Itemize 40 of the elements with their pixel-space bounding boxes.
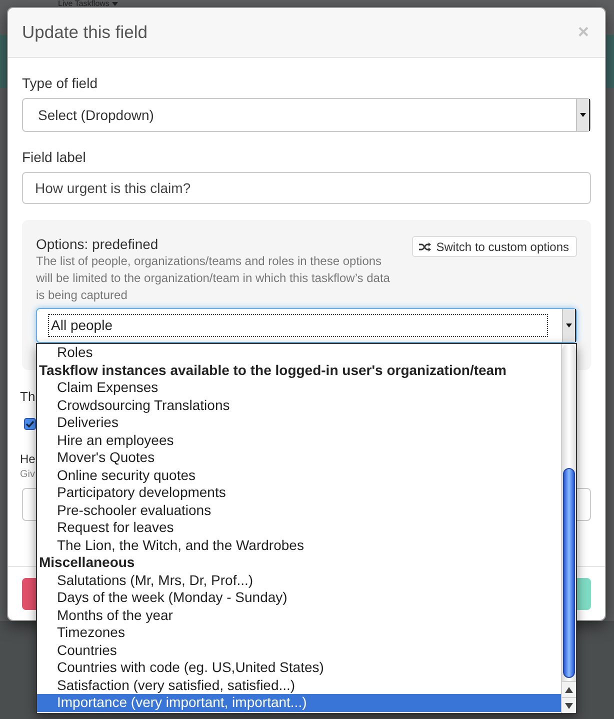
shuffle-icon [419,242,432,252]
select-field[interactable]: Select (Dropdown) [22,98,591,132]
down-arrow-icon [565,702,573,708]
dropdown-option[interactable]: Satisfaction (very satisfied, satisfied...) [37,676,561,694]
dropdown-option[interactable]: The Lion, the Witch, and the Wardrobes [37,536,561,554]
option-group-label: Miscellaneous [38,554,136,572]
dropdown-option[interactable]: Pre-schooler evaluations [37,502,561,519]
option-group-label: Taskflow instances available to the logged-in user's organization/team [38,362,508,379]
select-field[interactable]: All people [36,308,577,343]
dropdown-option[interactable]: Importance (very important, important...) [37,694,561,712]
switch-options-button[interactable]: Switch to custom options [412,236,577,257]
action-button[interactable] [22,578,37,610]
up-arrow-icon [565,686,573,692]
dropdown-option[interactable]: Mover's Quotes [37,449,561,466]
dropdown-option[interactable]: Salutations (Mr, Mrs, Dr, Prof...) [37,572,561,589]
dropdown-option[interactable]: Roles [37,344,561,362]
field-label: Type of field [22,74,98,92]
action-button[interactable] [576,578,591,610]
dropdown-option[interactable]: Days of the week (Monday - Sunday) [37,589,561,606]
dropdown-option[interactable]: Countries with code (eg. US,United States) [37,659,561,676]
field-label: He [20,451,36,468]
field-label: Field label [22,148,86,166]
dropdown-option[interactable]: Crowdsourcing Translations [37,396,561,414]
checkbox[interactable] [24,418,36,430]
dropdown-option[interactable]: Request for leaves [37,519,561,536]
scrollbar-thumb[interactable] [563,468,575,678]
dropdown-option[interactable]: Countries [37,642,561,659]
dropdown-option[interactable]: Timezones [37,624,561,642]
text-input[interactable]: How urgent is this claim? [22,172,591,204]
dropdown-option[interactable]: Months of the year [37,606,561,624]
modal-title: Update this field [22,21,148,44]
dropdown-option[interactable]: Deliveries [37,414,561,432]
panel-heading: Options: predefined [36,235,158,253]
field-label: Th [20,388,36,406]
dropdown-option[interactable]: Participatory developments [37,484,561,502]
help-text: The list of people, organizations/teams and roles in these options will be limited to the organization/team in which this taskflow’s data is being captured [36,253,391,304]
dropdown-option[interactable]: Online security quotes [37,466,561,484]
dropdown-option[interactable]: Claim Expenses [37,379,561,396]
hint-text: Giv [20,468,35,482]
dropdown-option[interactable]: Hire an employees [37,432,561,449]
